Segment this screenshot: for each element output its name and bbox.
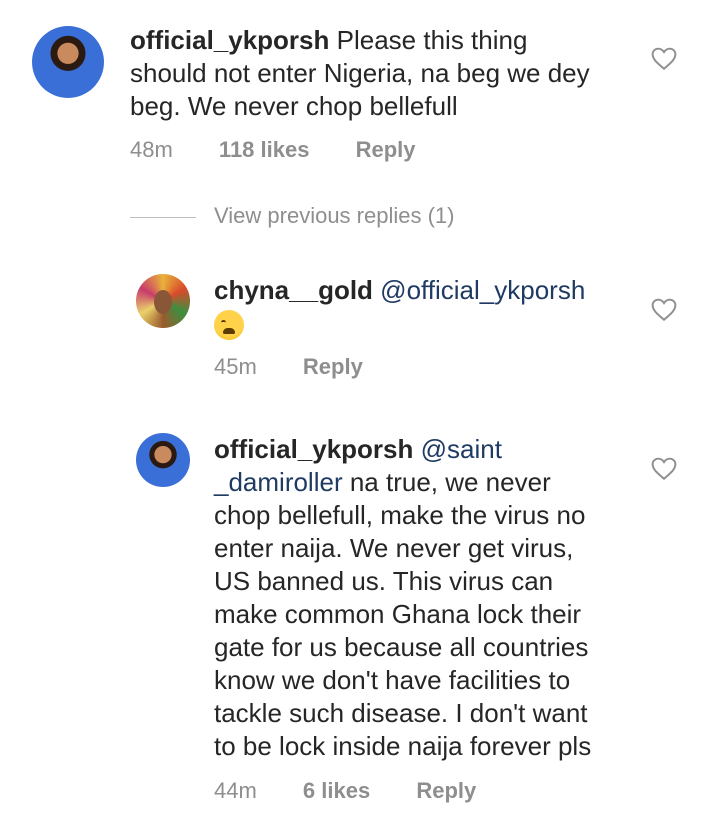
avatar[interactable]: [32, 26, 104, 98]
view-previous-label: View previous replies (1): [214, 203, 455, 228]
comment-line: US banned us. This virus can: [214, 566, 554, 596]
avatar[interactable]: [136, 433, 190, 487]
comment-line: chop bellefull, make the virus no: [214, 500, 586, 530]
timestamp: 44m: [214, 778, 257, 803]
reply-button[interactable]: Reply: [356, 137, 416, 162]
username[interactable]: official_ykporsh: [130, 25, 329, 55]
comment-line: Please this thing: [336, 25, 528, 55]
reply-button[interactable]: Reply: [416, 778, 476, 803]
weary-face-emoji-icon: [214, 310, 244, 341]
timestamp: 48m: [130, 137, 173, 162]
comment-text: chyna__gold @official_ykporsh: [214, 274, 644, 341]
comment-line: beg. We never chop bellefull: [130, 91, 458, 121]
view-previous-replies[interactable]: View previous replies (1): [130, 203, 454, 229]
divider: [130, 216, 196, 218]
timestamp: 45m: [214, 354, 257, 379]
comment-meta: 44m 6 likes Reply: [214, 778, 516, 804]
comment-line: make common Ghana lock their: [214, 599, 582, 629]
heart-icon[interactable]: [651, 47, 677, 71]
likes-count[interactable]: 6 likes: [303, 778, 370, 803]
mention-link[interactable]: @official_ykporsh: [380, 275, 585, 305]
reply-button[interactable]: Reply: [303, 354, 363, 379]
comment-line: should not enter Nigeria, na beg we dey: [130, 58, 590, 88]
comment-line: to be lock inside naija forever pls: [214, 731, 592, 761]
comment-line: gate for us because all countries: [214, 632, 589, 662]
comment-meta: 45m Reply: [214, 354, 403, 380]
comment-line: know we don't have facilities to: [214, 665, 571, 695]
likes-count[interactable]: 118 likes: [219, 137, 310, 162]
comment-text: official_ykporsh Please this thing shoul…: [130, 24, 650, 123]
username[interactable]: official_ykporsh: [214, 434, 413, 464]
comment-line: enter naija. We never get virus,: [214, 533, 574, 563]
heart-icon[interactable]: [651, 457, 677, 481]
username[interactable]: chyna__gold: [214, 275, 373, 305]
mention-link[interactable]: _damiroller: [214, 467, 343, 497]
comment-text: official_ykporsh @saint _damiroller na t…: [214, 433, 644, 763]
avatar[interactable]: [136, 274, 190, 328]
comment-line: na true, we never: [342, 467, 551, 497]
mention-link[interactable]: @saint: [421, 434, 502, 464]
heart-icon[interactable]: [651, 298, 677, 322]
comment-meta: 48m 118 likes Reply: [130, 137, 456, 163]
comment-line: tackle such disease. I don't want: [214, 698, 588, 728]
